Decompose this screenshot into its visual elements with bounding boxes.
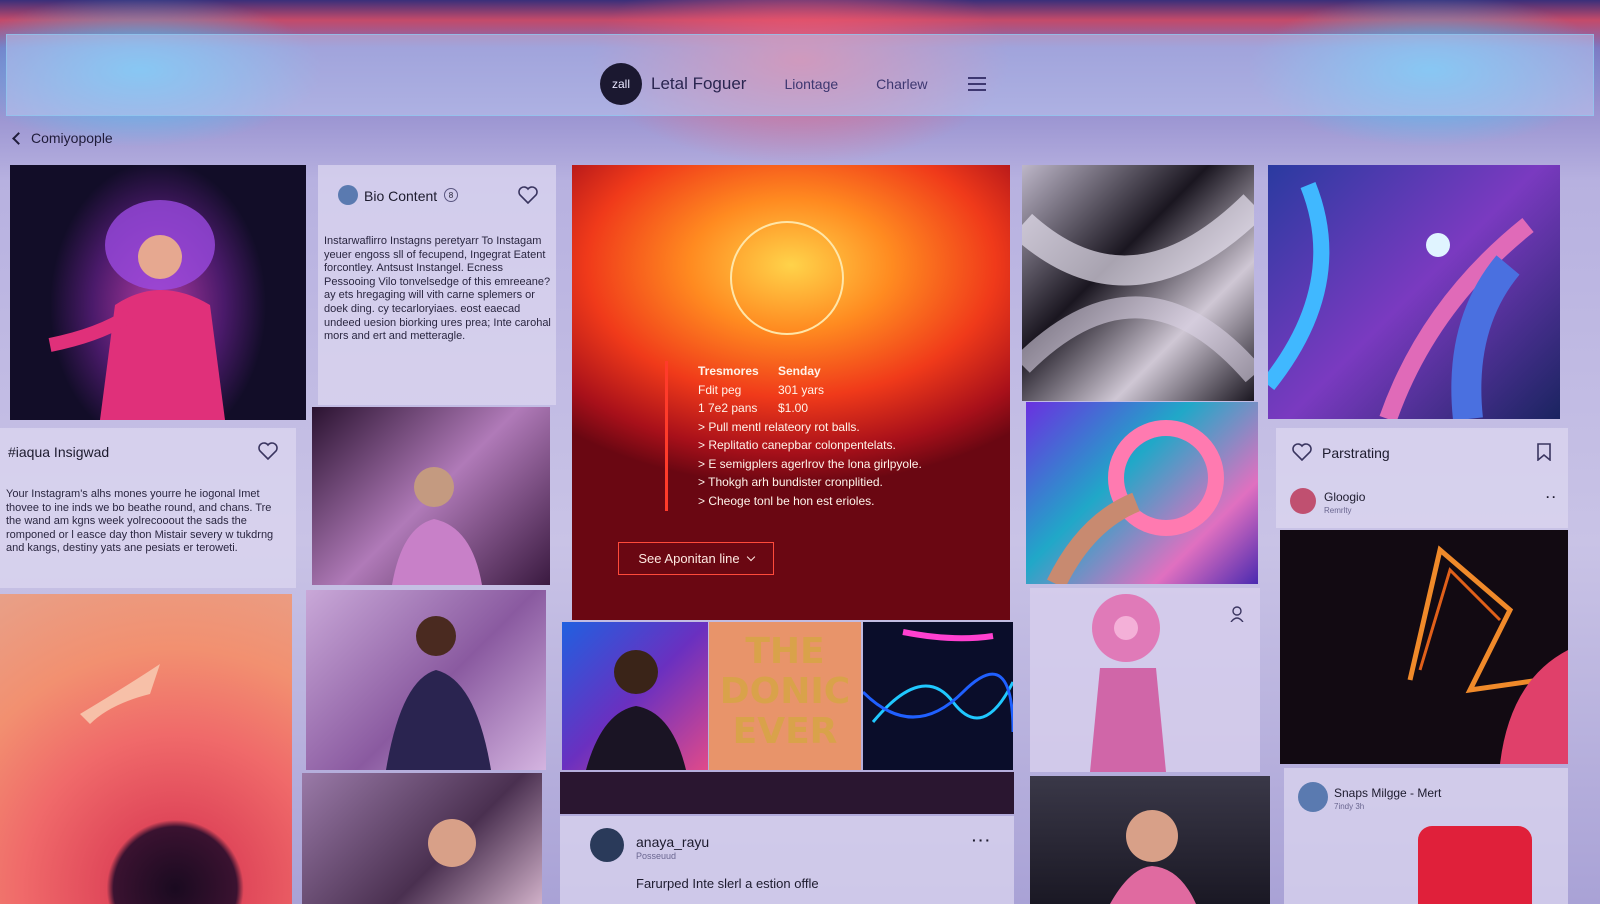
bio-body: Instarwaflirro Instagns peretyarr To Ins… — [324, 235, 551, 343]
user2-avatar[interactable] — [1298, 782, 1328, 812]
knot-artwork[interactable] — [1280, 530, 1568, 764]
eye-artwork[interactable] — [0, 594, 292, 904]
brand-name[interactable]: Letal Foguer — [651, 74, 746, 94]
see-more-label: See Aponitan line — [638, 551, 740, 566]
hero-row1-b: 301 yars — [778, 382, 825, 397]
circle-graphic — [730, 221, 844, 335]
nav-link-1[interactable]: Liontage — [784, 76, 838, 92]
logo-text: zall — [611, 77, 630, 91]
hero-bullet-1: > Pull mentl relateory rot balls. — [698, 419, 860, 434]
hero-bullet-4: > Thokgh arh bundister cronplitied. — [698, 475, 883, 489]
portrait-image-4[interactable] — [562, 622, 708, 770]
hero-row1-a: Fdit peg — [698, 382, 742, 397]
swirl-artwork-1[interactable] — [1022, 165, 1254, 401]
portrait-image-5[interactable] — [1030, 776, 1270, 904]
hero-details: Tresmores Senday Fdit peg 301 yars 1 7e2 p… — [698, 362, 922, 510]
poster-image[interactable]: THE DONIC EVER — [709, 622, 861, 770]
bottom-right-card: Snaps Milgge - Mert 7indy 3h — [1284, 768, 1568, 904]
poster-text: THE DONIC EVER — [719, 631, 851, 752]
back-link[interactable]: Comiyopople — [12, 130, 113, 146]
profile-card: #iaqua Insigwad Your Instagram's alhs mo… — [0, 428, 296, 588]
hero-bullet-3: > E semigplers agerlrov the lona girlpyo… — [698, 456, 922, 471]
chevron-down-icon — [746, 552, 755, 562]
post-sub: Posseuud — [636, 851, 677, 861]
bio-card: Bio Content 8 Instarwaflirro Instagns pe… — [318, 165, 556, 405]
post-avatar[interactable] — [590, 828, 624, 862]
action-label: Parstrating — [1322, 445, 1390, 461]
hero-bullet-2: > Replitatio canepbar colonpentelats. — [698, 438, 896, 452]
user1-sub: Remrlty — [1324, 506, 1352, 515]
app-icon[interactable] — [1418, 826, 1532, 904]
hero-col1-head: Tresmores — [698, 364, 759, 378]
bio-title: Bio Content — [364, 188, 438, 204]
right-panel: Parstrating Gloogio Remrlty ·· — [1276, 428, 1568, 528]
see-more-button[interactable]: See Aponitan line — [618, 542, 774, 575]
hero-col2-head: Senday — [778, 364, 821, 378]
profile-title: #iaqua Insigwad — [8, 444, 110, 460]
accent-bar — [665, 361, 668, 511]
hero-row2-a: 1 7e2 pans — [698, 401, 758, 415]
feed-post: anaya_rayu Posseuud ··· Farurped Inte sl… — [560, 816, 1014, 904]
portrait-image-2[interactable] — [306, 590, 546, 770]
chevron-left-icon — [12, 131, 25, 145]
user-avatar[interactable] — [1290, 488, 1316, 514]
user2-name[interactable]: Snaps Milgge - Mert — [1334, 786, 1441, 800]
heart-icon[interactable] — [1292, 443, 1312, 462]
user2-sub: 7indy 3h — [1334, 802, 1365, 811]
dark-strip — [560, 772, 1014, 814]
portrait-image-1[interactable] — [312, 407, 550, 585]
logo-avatar[interactable]: zall — [600, 63, 642, 105]
user1-name[interactable]: Gloogio — [1324, 490, 1365, 504]
menu-icon[interactable] — [967, 77, 986, 91]
profile-image[interactable] — [10, 165, 306, 420]
bio-avatar[interactable] — [338, 185, 358, 205]
portrait-image-3[interactable] — [302, 773, 542, 904]
bookmark-icon[interactable] — [1536, 443, 1552, 462]
heart-icon[interactable] — [518, 186, 538, 205]
top-nav: zall Letal Foguer Liontage Charlew — [600, 62, 1020, 106]
heart-icon[interactable] — [258, 442, 278, 461]
more-options-icon[interactable]: ·· — [1546, 490, 1558, 504]
more-options-icon[interactable]: ··· — [972, 832, 992, 848]
post-user[interactable]: anaya_rayu — [636, 834, 709, 850]
back-label: Comiyopople — [31, 130, 113, 146]
nav-link-2[interactable]: Charlew — [876, 76, 927, 92]
hero-row2-b: $1.00 — [778, 401, 809, 415]
bio-badge: 8 — [444, 188, 458, 202]
robot-figure — [1090, 594, 1166, 772]
post-caption: Farurped Inte slerl a estion offle — [636, 876, 819, 891]
tentacle-artwork[interactable] — [1268, 165, 1560, 419]
person-icon[interactable] — [1230, 606, 1244, 623]
robot-card — [1030, 588, 1260, 772]
hero-card: Tresmores Senday Fdit peg 301 yars 1 7e2 p… — [572, 165, 1010, 620]
hero-bullet-5: > Cheoge tonl be hon est erioles. — [698, 493, 875, 508]
neon-artwork[interactable] — [863, 622, 1013, 770]
profile-body: Your Instagram's alhs mones yourre he io… — [6, 488, 274, 555]
swirl-artwork-2[interactable] — [1026, 402, 1258, 584]
